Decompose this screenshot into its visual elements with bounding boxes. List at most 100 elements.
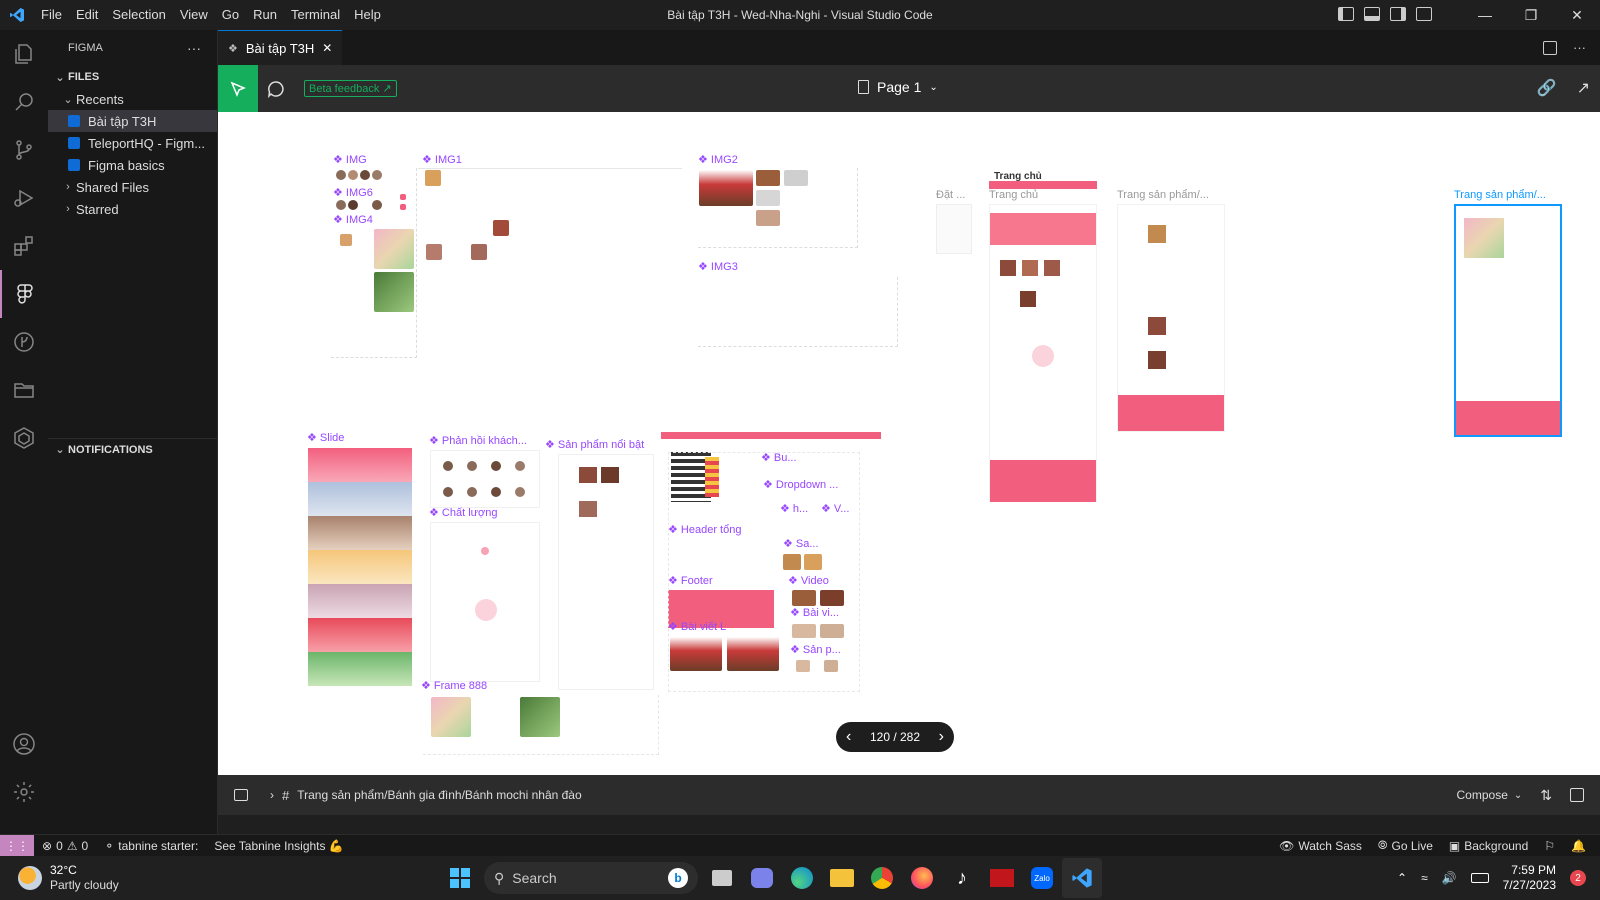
feedback-preview[interactable] xyxy=(430,450,540,508)
move-tool-icon[interactable] xyxy=(218,65,258,112)
figma-canvas[interactable]: ❖ IMG ❖ IMG6 ❖ IMG4 ❖ IMG1 ❖ IMG2 ❖ IMG3 xyxy=(218,112,1600,775)
page-preview-home[interactable] xyxy=(989,204,1097,502)
frame-label[interactable]: ❖ IMG2 xyxy=(698,153,738,166)
frame-label[interactable]: ❖ Frame 888 xyxy=(421,679,487,692)
tiktok-icon[interactable]: ♪ xyxy=(942,858,982,898)
frame-label[interactable]: ❖ IMG1 xyxy=(422,153,462,166)
quality-preview[interactable] xyxy=(430,522,540,682)
recent-file-item[interactable]: Bài tập T3H xyxy=(48,110,217,132)
slide-preview[interactable] xyxy=(308,516,412,550)
git-graph-icon[interactable] xyxy=(0,318,48,366)
zalo-icon[interactable]: Zalo xyxy=(1022,858,1062,898)
recent-file-item[interactable]: Figma basics xyxy=(48,154,217,176)
notifications-section-header[interactable]: ⌄ NOTIFICATIONS xyxy=(48,438,218,460)
more-actions-icon[interactable]: ··· xyxy=(1573,40,1586,55)
frame-label[interactable]: ❖ IMG3 xyxy=(698,260,738,273)
tabnine-insights-link[interactable]: See Tabnine Insights 💪 xyxy=(206,839,351,853)
account-icon[interactable] xyxy=(0,720,48,768)
run-debug-icon[interactable] xyxy=(0,174,48,222)
page-preview-products[interactable] xyxy=(1117,204,1225,432)
account-feedback-icon[interactable]: ⚐ xyxy=(1536,838,1563,853)
frame-label[interactable]: Trang sản phẩm/... xyxy=(1454,189,1546,201)
windows-start-icon[interactable] xyxy=(440,858,480,898)
toggle-secondary-sidebar-icon[interactable] xyxy=(1390,7,1406,21)
recents-folder[interactable]: ⌄ Recents xyxy=(48,88,217,110)
frame-label[interactable]: ❖ Slide xyxy=(307,431,344,444)
layers-icon[interactable] xyxy=(234,789,248,801)
slide-preview[interactable] xyxy=(308,618,412,652)
firefox-browser-icon[interactable] xyxy=(902,858,942,898)
compose-dropdown[interactable]: Compose ⌄ xyxy=(1457,788,1523,802)
close-tab-icon[interactable]: ✕ xyxy=(322,41,332,55)
menu-terminal[interactable]: Terminal xyxy=(284,0,347,30)
recent-file-item[interactable]: TeleportHQ - Figm... xyxy=(48,132,217,154)
notification-badge[interactable]: 2 xyxy=(1570,870,1586,886)
slide-preview[interactable] xyxy=(308,448,412,482)
menu-selection[interactable]: Selection xyxy=(105,0,172,30)
teams-chat-icon[interactable] xyxy=(742,858,782,898)
explorer-icon[interactable] xyxy=(0,30,48,78)
minimize-icon[interactable]: — xyxy=(1462,0,1508,30)
notifications-bell-icon[interactable]: 🔔 xyxy=(1563,838,1600,853)
close-icon[interactable]: ✕ xyxy=(1554,0,1600,30)
wifi-icon[interactable]: ≈ xyxy=(1421,871,1428,885)
chevron-left-icon[interactable]: ‹ xyxy=(846,728,851,746)
volume-icon[interactable]: 🔊 xyxy=(1442,871,1457,885)
menu-help[interactable]: Help xyxy=(347,0,388,30)
frame-label[interactable]: ❖ IMG xyxy=(333,153,367,166)
clock[interactable]: 7:59 PM 7/27/2023 xyxy=(1503,863,1556,893)
featured-products-preview[interactable] xyxy=(558,454,654,690)
beta-feedback-link[interactable]: Beta feedback ↗ xyxy=(304,80,397,97)
battery-icon[interactable] xyxy=(1470,873,1489,883)
menu-run[interactable]: Run xyxy=(246,0,284,30)
tabnine-icon[interactable] xyxy=(0,414,48,462)
tab-bai-tap-t3h[interactable]: ❖ Bài tập T3H ✕ xyxy=(218,30,343,65)
toggle-panel-icon[interactable] xyxy=(1364,7,1380,21)
edge-browser-icon[interactable] xyxy=(782,858,822,898)
chevron-right-icon[interactable]: › xyxy=(939,728,944,746)
frame-label[interactable]: ❖ Sản phẩm nổi bật xyxy=(545,438,644,451)
open-external-icon[interactable]: ↗ xyxy=(1577,78,1590,98)
menu-go[interactable]: Go xyxy=(215,0,246,30)
weather-widget[interactable]: 32°C Partly cloudy xyxy=(0,863,440,893)
breadcrumb[interactable]: Trang sản phẩm/Bánh gia đình/Bánh mochi … xyxy=(297,788,581,802)
folder-icon[interactable] xyxy=(0,366,48,414)
page-preview-product-detail[interactable] xyxy=(1454,204,1562,437)
frame-label[interactable]: Đặt ... xyxy=(936,189,965,201)
maximize-icon[interactable]: ❐ xyxy=(1508,0,1554,30)
page-selector[interactable]: Page 1 ⌄ xyxy=(858,79,938,95)
split-editor-icon[interactable] xyxy=(1543,40,1557,55)
slide-preview[interactable] xyxy=(308,550,412,584)
chrome-browser-icon[interactable] xyxy=(862,858,902,898)
menu-file[interactable]: File xyxy=(34,0,69,30)
file-explorer-icon[interactable] xyxy=(822,858,862,898)
app-red-icon[interactable] xyxy=(982,858,1022,898)
tabnine-status[interactable]: ⚬ tabnine starter: xyxy=(96,839,206,853)
frame-label[interactable]: Trang chủ xyxy=(989,189,1038,201)
figma-icon[interactable] xyxy=(0,270,48,318)
slide-preview[interactable] xyxy=(308,584,412,618)
more-actions-icon[interactable]: ··· xyxy=(187,40,201,56)
menu-view[interactable]: View xyxy=(173,0,215,30)
manage-gear-icon[interactable] xyxy=(0,768,48,816)
frame-label[interactable]: Trang sản phẩm/... xyxy=(1117,189,1209,201)
slide-preview[interactable] xyxy=(308,482,412,516)
frame-label[interactable]: ❖ Chất lượng xyxy=(429,506,497,519)
page-preview[interactable] xyxy=(936,204,972,254)
background-button[interactable]: ▣ Background xyxy=(1441,838,1536,853)
remote-indicator-icon[interactable]: ⋮⋮ xyxy=(0,834,34,857)
extensions-icon[interactable] xyxy=(0,222,48,270)
shared-files-folder[interactable]: › Shared Files xyxy=(48,176,217,198)
vscode-taskbar-icon[interactable] xyxy=(1062,858,1102,898)
go-live-button[interactable]: ⦾ Go Live xyxy=(1370,838,1441,853)
toggle-sidebar-icon[interactable] xyxy=(1338,7,1354,21)
panel-toggle-icon[interactable] xyxy=(1570,788,1584,802)
comment-icon[interactable] xyxy=(258,80,294,98)
inspect-settings-icon[interactable]: ⇅ xyxy=(1540,787,1552,804)
files-section-header[interactable]: ⌄ FILES xyxy=(48,66,217,88)
source-control-icon[interactable] xyxy=(0,126,48,174)
task-view-icon[interactable] xyxy=(702,858,742,898)
watch-sass-button[interactable]: 👁 Watch Sass xyxy=(1271,838,1370,853)
menu-edit[interactable]: Edit xyxy=(69,0,105,30)
slide-preview[interactable] xyxy=(308,652,412,686)
